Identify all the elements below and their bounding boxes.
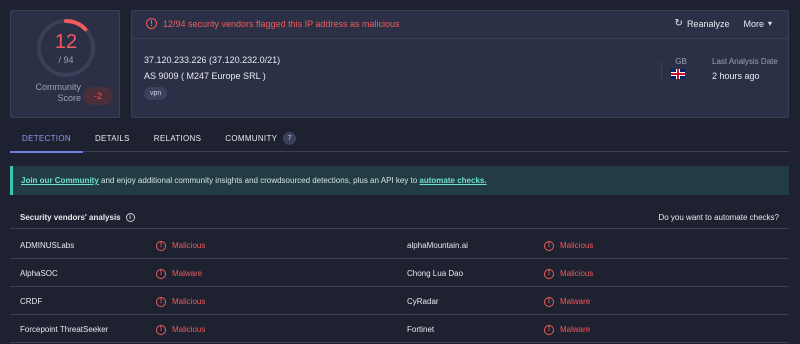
vendor-row: CRDF ! Malicious CyRadar ! Malware xyxy=(10,288,789,315)
vendor-name: AlphaSOC xyxy=(20,269,58,278)
alert-circle-icon: ! xyxy=(544,268,554,279)
info-icon[interactable]: i xyxy=(125,213,135,222)
country-code: GB xyxy=(675,57,687,66)
last-analysis-value: 2 hours ago xyxy=(712,71,760,81)
ip-address[interactable]: 37.120.233.226 (37.120.232.0/21) xyxy=(144,55,280,65)
verdict-label: Malicious xyxy=(560,241,594,250)
reanalyze-button[interactable]: ↻ Reanalyze xyxy=(675,18,730,29)
alert-circle-icon: ! xyxy=(156,268,166,279)
vendor-verdict: ! Malicious xyxy=(544,232,593,259)
report-tabs: DETECTION DETAILS RELATIONS COMMUNITY 7 xyxy=(10,124,789,153)
detection-count: 12 xyxy=(54,31,78,53)
automate-checks-prompt[interactable]: Do you want to automate checks? xyxy=(658,213,779,222)
vendor-name: CyRadar xyxy=(407,297,439,306)
last-analysis-label: Last Analysis Date xyxy=(712,57,778,66)
alert-circle-icon: ! xyxy=(146,18,157,29)
vendor-name: Forcepoint ThreatSeeker xyxy=(20,325,109,334)
vendor-verdict: ! Malicious xyxy=(156,232,205,259)
community-score-label: Community Score xyxy=(21,82,81,104)
verdict-label: Malware xyxy=(560,325,591,334)
malicious-alert: ! 12/94 security vendors flagged this IP… xyxy=(146,18,399,29)
as-owner[interactable]: AS 9009 ( M247 Europe SRL ) xyxy=(144,71,266,81)
tab-community-label: COMMUNITY xyxy=(225,133,278,143)
vendor-verdict: ! Malicious xyxy=(156,288,205,315)
community-count-badge: 7 xyxy=(283,131,297,145)
community-score-badge[interactable]: -2 xyxy=(83,87,113,105)
summary-actions: ↻ Reanalyze More ▾ xyxy=(675,18,772,29)
vendor-name: ADMINUSLabs xyxy=(20,241,75,250)
tab-relations[interactable]: RELATIONS xyxy=(142,124,213,152)
vendors-title-text: Security vendors' analysis xyxy=(20,213,121,222)
alert-text: 12/94 security vendors flagged this IP a… xyxy=(163,18,400,29)
tab-relations-label: RELATIONS xyxy=(153,133,202,143)
vendor-verdict: ! Malicious xyxy=(544,260,593,287)
vendor-row: ADMINUSLabs ! Malicious alphaMountain.ai… xyxy=(10,232,789,259)
country-info: GB xyxy=(671,57,691,79)
tab-community[interactable]: COMMUNITY 7 xyxy=(213,124,308,152)
community-banner: Join our Community and enjoy additional … xyxy=(10,166,789,195)
alert-circle-icon: ! xyxy=(156,296,166,307)
vendor-name: Fortinet xyxy=(407,325,435,334)
tab-details[interactable]: DETAILS xyxy=(83,124,142,152)
uk-flag-icon xyxy=(671,69,685,79)
vendor-row: AlphaSOC ! Malware Chong Lua Dao ! Malic… xyxy=(10,260,789,287)
detection-score-card: 12 / 94 Community Score -2 xyxy=(10,10,120,118)
verdict-label: Malicious xyxy=(172,325,206,334)
chevron-down-icon: ▾ xyxy=(767,19,772,28)
alert-circle-icon: ! xyxy=(544,240,554,251)
ip-summary-card: ! 12/94 security vendors flagged this IP… xyxy=(131,10,789,118)
verdict-label: Malware xyxy=(172,269,203,278)
alert-circle-icon: ! xyxy=(156,240,166,251)
vendors-title: Security vendors' analysis i xyxy=(20,213,135,222)
verdict-label: Malicious xyxy=(172,241,206,250)
alert-circle-icon: ! xyxy=(544,324,554,335)
vendor-verdict: ! Malware xyxy=(156,260,202,287)
community-label-line2: Score xyxy=(57,93,81,103)
vendor-verdict: ! Malicious xyxy=(156,316,205,343)
vendors-header: Security vendors' analysis i Do you want… xyxy=(10,207,789,229)
alert-circle-icon: ! xyxy=(156,324,166,335)
verdict-label: Malicious xyxy=(172,297,206,306)
alert-circle-icon: ! xyxy=(544,296,554,307)
tab-details-label: DETAILS xyxy=(94,133,130,143)
last-analysis-info: Last Analysis Date 2 hours ago xyxy=(712,57,778,81)
tab-detection[interactable]: DETECTION xyxy=(10,124,83,153)
vendor-name: CRDF xyxy=(20,297,43,306)
refresh-icon: ↻ xyxy=(674,18,683,29)
community-label-line1: Community xyxy=(35,82,81,92)
verdict-label: Malware xyxy=(560,297,591,306)
verdict-label: Malicious xyxy=(560,269,594,278)
banner-text: and enjoy additional community insights … xyxy=(98,176,420,185)
reanalyze-label: Reanalyze xyxy=(686,18,730,29)
vendor-name: Chong Lua Dao xyxy=(407,269,464,278)
summary-header: ! 12/94 security vendors flagged this IP… xyxy=(132,11,788,39)
more-label: More xyxy=(743,18,764,29)
vpn-tag[interactable]: vpn xyxy=(144,87,168,100)
detection-total: / 94 xyxy=(58,55,74,65)
join-community-link[interactable]: Join our Community xyxy=(21,176,99,185)
vendor-row: Forcepoint ThreatSeeker ! Malicious Fort… xyxy=(10,316,789,343)
automate-checks-link[interactable]: automate checks. xyxy=(419,176,486,185)
vendor-name: alphaMountain.ai xyxy=(407,241,468,250)
more-menu-button[interactable]: More ▾ xyxy=(743,19,772,29)
vendor-verdict: ! Malware xyxy=(544,288,590,315)
vendor-verdict: ! Malware xyxy=(544,316,590,343)
meta-divider xyxy=(661,61,662,79)
tab-detection-label: DETECTION xyxy=(22,133,71,143)
